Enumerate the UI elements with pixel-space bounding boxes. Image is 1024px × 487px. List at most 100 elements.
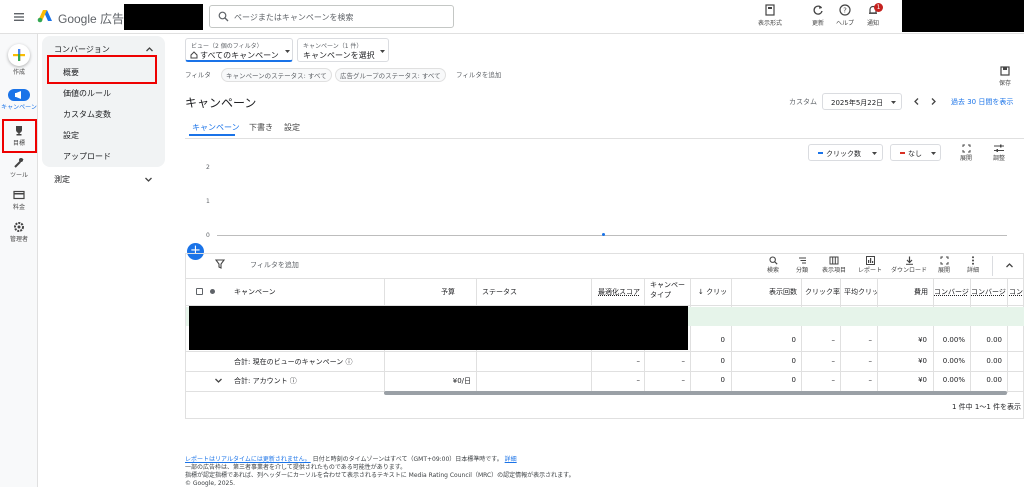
download-icon [905,256,913,265]
header-conversions-2[interactable]: コンバージ [971,287,1006,297]
refresh-button[interactable]: 更新 [803,4,833,27]
header-impressions[interactable]: 表示回数 [769,287,797,297]
header-optimization-score[interactable]: 最適化スコア [598,287,640,297]
view-filter-dropdown[interactable]: ビュー（2 個のフィルタ） すべてのキャンペーン [185,38,293,62]
table-expand-label: 展開 [937,267,950,274]
redacted-account [124,4,203,30]
row2-ctr: – [831,357,836,365]
create-button[interactable] [8,44,30,66]
campaign-select-dropdown[interactable]: キャンペーン（1 件） キャンペーンを選択 [297,38,389,62]
rail-create-label: 作成 [12,69,25,76]
nav-section-measurement[interactable]: 測定 [54,174,70,185]
nav-item-settings[interactable]: 設定 [63,130,79,141]
row1-conv1: 0.00% [942,336,965,344]
chevron-down-icon[interactable] [214,376,223,385]
table-download-button[interactable]: ダウンロード [890,256,928,274]
date-picker[interactable]: 2025年5月22日 [822,93,902,110]
notifications-button[interactable]: 1 通知 [858,3,888,27]
header-ctr[interactable]: クリック率 [805,287,840,297]
row2-label: 合計: 現在のビューのキャンペーン ⓘ [234,358,353,366]
table-horizontal-scrollbar[interactable] [384,391,1007,395]
dropdown-arrow-icon [872,152,877,155]
rail-billing[interactable]: 料金 [0,189,38,211]
save-label: 保存 [999,80,1012,87]
date-range-custom-label: カスタム [789,98,817,106]
metric2-select[interactable]: なし [890,144,941,161]
chart-expand-button[interactable]: 展開 [956,144,976,162]
header-campaign[interactable]: キャンペーン [234,287,276,297]
search-icon [768,256,778,265]
header-campaign-type-line2[interactable]: タイプ [650,290,671,300]
filter-icon[interactable] [215,259,225,269]
top-bar: Google 広告 ページまたはキャンペーンを検索 表示形式 更新 ? ヘルプ … [0,0,1024,34]
view-filter-value: すべてのキャンペーン [200,51,279,60]
chart-adjust-button[interactable]: 調整 [989,144,1009,162]
rail-admin[interactable]: 管理者 [0,221,38,243]
nav-section-conversions[interactable]: コンバージョン [54,44,110,55]
rail-tools-label: ツール [9,172,28,179]
megaphone-icon [8,89,30,101]
header-status[interactable]: ステータス [482,287,517,297]
billing-icon [13,190,25,200]
row3-cpc: – [868,376,873,384]
status-dot-header [210,289,215,294]
header-conversions-1[interactable]: コンバージ [934,287,969,297]
table-more-button[interactable]: 詳細 [963,256,983,274]
nav-item-uploads[interactable]: アップロード [63,151,111,162]
chevron-left-icon[interactable] [912,97,921,106]
view-format-label: 表示形式 [757,20,782,27]
chart-data-point [602,233,605,236]
rail-goals[interactable]: 目標 [0,125,38,147]
redacted-profile [902,0,1024,32]
nav-item-overview[interactable]: 概要 [63,67,79,78]
filter-chip-campaign-status[interactable]: キャンペーンのステータス: すべて [221,68,332,82]
header-conversions-3[interactable]: コン [1009,287,1023,297]
dropdown-arrow-icon [380,50,385,53]
tab-settings[interactable]: 設定 [284,122,300,133]
search-input[interactable]: ページまたはキャンペーンを検索 [209,5,454,28]
header-campaign-type-line1[interactable]: キャンペー [650,280,685,290]
tab-drafts[interactable]: 下書き [249,122,273,133]
nav-item-value-rules[interactable]: 価値のルール [63,88,111,99]
refresh-icon [813,5,823,15]
row3-budget: ¥0/日 [452,377,471,385]
left-rail: 作成 キャンペーン 目標 ツール 料金 管理者 [0,34,38,487]
rail-tools[interactable]: ツール [0,157,38,179]
table-add-filter[interactable]: フィルタを追加 [250,260,299,270]
table-columns-button[interactable]: 表示項目 [820,256,848,274]
select-all-checkbox[interactable] [196,288,203,295]
footer-detail-link[interactable]: 詳細 [505,456,517,463]
chevron-up-icon[interactable] [145,45,154,54]
metric1-select[interactable]: クリック数 [808,144,883,161]
add-filter-link[interactable]: フィルタを追加 [456,69,501,79]
show-last-30-days-link[interactable]: 過去 30 日間を表示 [951,97,1013,107]
table-search-button[interactable]: 検索 [762,256,784,274]
help-button[interactable]: ? ヘルプ [830,4,860,27]
header-budget[interactable]: 予算 [441,287,455,297]
tab-campaigns[interactable]: キャンペーン [192,122,240,133]
row2-conv2: 0.00 [986,357,1002,365]
chevron-up-icon[interactable] [1005,261,1014,270]
rail-create[interactable]: 作成 [0,44,38,76]
save-icon [1000,66,1010,76]
trophy-icon [16,126,22,136]
rail-campaigns[interactable]: キャンペーン [0,89,38,111]
nav-item-custom-variables[interactable]: カスタム変数 [63,109,111,120]
dropdown-arrow-icon [891,101,896,104]
tabs-divider [185,138,1024,139]
filter-chip-adgroup-status[interactable]: 広告グループのステータス: すべて [335,68,446,82]
row3-cost: ¥0 [918,376,927,384]
header-clicks[interactable]: ↓ クリッ [698,287,727,297]
save-button[interactable]: 保存 [999,66,1011,87]
view-format-button[interactable]: 表示形式 [755,4,785,27]
row3-clicks: 0 [720,376,725,384]
header-cost[interactable]: 費用 [914,287,928,297]
header-avg-cpc[interactable]: 平均クリッ [844,287,879,297]
table-segment-button[interactable]: 分類 [791,256,813,274]
table-expand-button[interactable]: 展開 [934,256,954,274]
chevron-right-icon[interactable] [929,97,938,106]
menu-icon[interactable] [12,10,26,24]
chevron-down-icon[interactable] [144,175,153,184]
filter-label: フィルタ [185,71,211,79]
table-report-button[interactable]: レポート [857,256,883,274]
